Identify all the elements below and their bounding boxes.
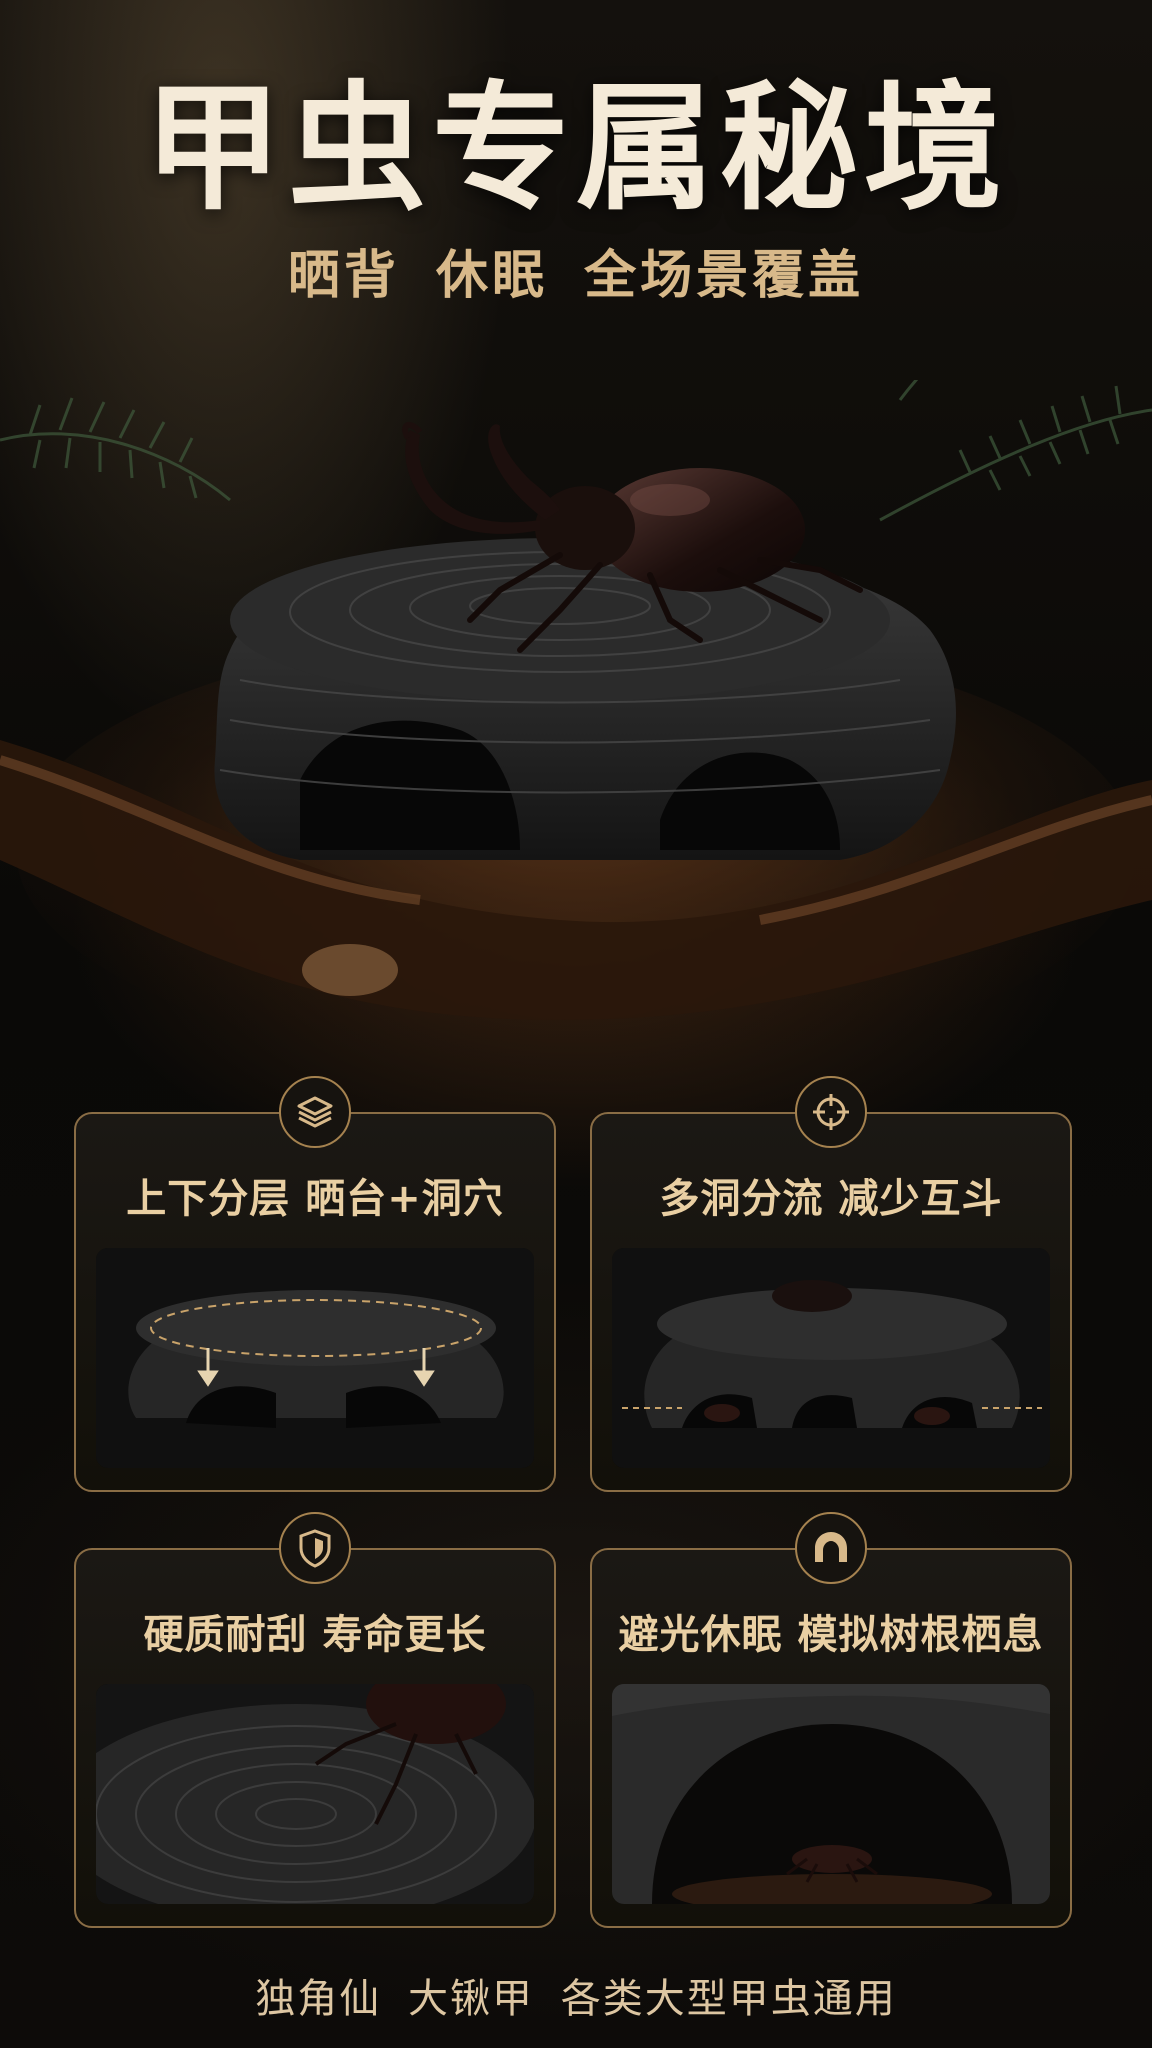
page-title: 甲虫专属秘境 bbox=[143, 68, 1008, 229]
multi-hole-illustration bbox=[612, 1248, 1050, 1468]
hero-image bbox=[0, 199, 1152, 1080]
feature-image bbox=[612, 1684, 1050, 1904]
feature-title: 硬质耐刮 寿命更长 bbox=[143, 1612, 487, 1658]
feature-title: 多洞分流 减少互斗 bbox=[659, 1176, 1003, 1222]
layered-hide-illustration bbox=[96, 1248, 534, 1468]
feature-badge bbox=[279, 1512, 351, 1584]
fern-right bbox=[879, 199, 1152, 522]
page-subtitle: 晒背 休眠 全场景覆盖 bbox=[287, 246, 865, 306]
feature-image bbox=[612, 1248, 1050, 1468]
feature-card-layers: 上下分层 晒台+洞穴 bbox=[74, 1076, 556, 1492]
resin-hide bbox=[214, 538, 956, 860]
layers-icon bbox=[297, 1096, 333, 1128]
feature-title: 避光休眠 模拟树根栖息 bbox=[618, 1612, 1044, 1658]
feature-title: 上下分层 晒台+洞穴 bbox=[126, 1176, 504, 1222]
feature-badge bbox=[795, 1076, 867, 1148]
footer-caption: 独角仙 大锹甲 各类大型甲虫通用 bbox=[255, 1976, 897, 2022]
crosshair-icon bbox=[813, 1094, 849, 1130]
surface-texture-illustration bbox=[96, 1684, 534, 1904]
cave-illustration bbox=[612, 1684, 1050, 1904]
feature-image bbox=[96, 1684, 534, 1904]
feature-image bbox=[96, 1248, 534, 1468]
feature-card-multi-hole: 多洞分流 减少互斗 bbox=[590, 1076, 1072, 1492]
fern-left bbox=[0, 397, 231, 502]
feature-badge bbox=[279, 1076, 351, 1148]
shield-icon bbox=[299, 1529, 331, 1568]
feature-card-durable: 硬质耐刮 寿命更长 bbox=[74, 1512, 556, 1928]
hero-illustration bbox=[0, 199, 1152, 1070]
feature-card-dark-rest: 避光休眠 模拟树根栖息 bbox=[590, 1512, 1072, 1928]
feature-badge bbox=[795, 1512, 867, 1584]
arch-icon bbox=[815, 1532, 847, 1562]
